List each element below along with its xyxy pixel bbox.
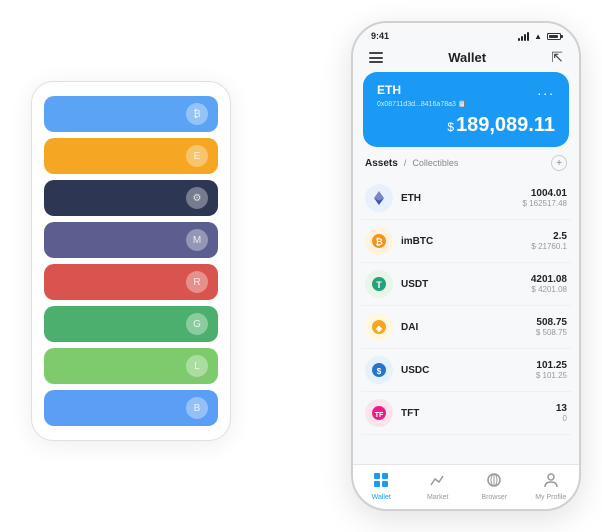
eth-card-more[interactable]: ...	[537, 82, 555, 98]
card-stack: ₿ E ⚙ MRGLB	[31, 81, 231, 441]
svg-text:$: $	[377, 367, 382, 376]
card-dot: L	[186, 355, 208, 377]
asset-amount: 101.25$ 101.25	[536, 360, 567, 380]
status-time: 9:41	[371, 31, 389, 41]
bottom-tab-my-profile[interactable]: My Profile	[523, 471, 580, 501]
balance-value: 189,089.11	[456, 114, 555, 136]
bottom-tab-icon	[372, 471, 390, 492]
asset-symbol: USDT	[401, 279, 531, 290]
asset-amount-main: 13	[556, 403, 567, 414]
card-item[interactable]: E	[44, 138, 218, 174]
asset-amount: 130	[556, 403, 567, 423]
asset-symbol: ETH	[401, 193, 523, 204]
asset-amount-usd: $ 508.75	[536, 328, 567, 337]
eth-card-balance: $189,089.11	[377, 114, 555, 137]
card-dot: ₿	[186, 103, 208, 125]
bottom-tab-icon	[429, 471, 447, 492]
asset-amount: 2.5$ 21760.1	[531, 231, 567, 251]
asset-amount-main: 4201.08	[531, 274, 567, 285]
card-item[interactable]: ₿	[44, 96, 218, 132]
bottom-tab-wallet[interactable]: Wallet	[353, 471, 410, 501]
card-dot: E	[186, 145, 208, 167]
card-item[interactable]: G	[44, 306, 218, 342]
card-item[interactable]: M	[44, 222, 218, 258]
bottom-tab-label: Browser	[481, 494, 507, 501]
card-item[interactable]: R	[44, 264, 218, 300]
asset-row[interactable]: T USDT4201.08$ 4201.08	[361, 263, 571, 306]
balance-symbol: $	[447, 120, 454, 134]
card-dot: M	[186, 229, 208, 251]
card-item[interactable]: B	[44, 390, 218, 426]
asset-icon: ₿	[365, 227, 393, 255]
main-scene: ₿ E ⚙ MRGLB 9:41 ▲	[21, 21, 581, 511]
card-dot: R	[186, 271, 208, 293]
asset-amount: 508.75$ 508.75	[536, 317, 567, 337]
asset-amount-main: 1004.01	[523, 188, 568, 199]
wifi-icon: ▲	[534, 32, 542, 41]
asset-amount: 1004.01$ 162517.48	[523, 188, 568, 208]
asset-symbol: TFT	[401, 408, 556, 419]
status-icons: ▲	[518, 32, 561, 41]
bottom-tab-label: My Profile	[535, 494, 566, 501]
asset-row[interactable]: ₿ imBTC2.5$ 21760.1	[361, 220, 571, 263]
asset-row[interactable]: ◈ DAI508.75$ 508.75	[361, 306, 571, 349]
asset-symbol: DAI	[401, 322, 536, 333]
asset-icon: T	[365, 270, 393, 298]
page-title: Wallet	[448, 50, 486, 65]
asset-row[interactable]: $ USDC101.25$ 101.25	[361, 349, 571, 392]
asset-amount-usd: $ 162517.48	[523, 199, 568, 208]
battery-icon	[547, 33, 561, 40]
eth-card-address: 0x08711d3d...8416a78a3 📋	[377, 100, 555, 108]
assets-divider: /	[404, 158, 407, 168]
assets-tab[interactable]: Assets	[365, 158, 398, 169]
asset-row[interactable]: TF TFT130	[361, 392, 571, 435]
asset-symbol: USDC	[401, 365, 536, 376]
bottom-tab-icon	[485, 471, 503, 492]
asset-row[interactable]: ETH1004.01$ 162517.48	[361, 177, 571, 220]
svg-text:T: T	[376, 280, 382, 290]
card-item[interactable]: L	[44, 348, 218, 384]
asset-amount-usd: $ 101.25	[536, 371, 567, 380]
asset-icon: $	[365, 356, 393, 384]
asset-amount-main: 101.25	[536, 360, 567, 371]
eth-card[interactable]: ETH ... 0x08711d3d...8416a78a3 📋 $189,08…	[363, 72, 569, 147]
bottom-tab-browser[interactable]: Browser	[466, 471, 523, 501]
card-dot: ⚙	[186, 187, 208, 209]
nav-bar: Wallet ⇱	[353, 45, 579, 72]
asset-amount-usd: $ 4201.08	[531, 285, 567, 294]
asset-icon: TF	[365, 399, 393, 427]
asset-icon	[365, 184, 393, 212]
bottom-bar: Wallet Market Browser My Profile	[353, 464, 579, 509]
asset-amount-usd: 0	[556, 414, 567, 423]
bottom-tab-icon	[542, 471, 560, 492]
eth-card-title: ETH	[377, 83, 401, 97]
asset-amount-main: 2.5	[531, 231, 567, 242]
signal-icon	[518, 32, 529, 41]
bottom-tab-label: Wallet	[372, 494, 391, 501]
asset-symbol: imBTC	[401, 236, 531, 247]
bottom-tab-label: Market	[427, 494, 448, 501]
asset-icon: ◈	[365, 313, 393, 341]
svg-text:◈: ◈	[375, 324, 383, 333]
expand-icon[interactable]: ⇱	[551, 49, 563, 66]
collectibles-tab[interactable]: Collectibles	[412, 158, 458, 168]
card-dot: B	[186, 397, 208, 419]
bottom-tab-market[interactable]: Market	[410, 471, 467, 501]
svg-text:₿: ₿	[375, 237, 382, 247]
phone-mockup: 9:41 ▲	[351, 21, 581, 511]
svg-text:TF: TF	[375, 412, 384, 419]
asset-amount: 4201.08$ 4201.08	[531, 274, 567, 294]
menu-icon[interactable]	[369, 52, 383, 63]
assets-header: Assets / Collectibles +	[353, 155, 579, 177]
asset-list: ETH1004.01$ 162517.48 ₿ imBTC2.5$ 21760.1 T…	[353, 177, 579, 464]
add-asset-button[interactable]: +	[551, 155, 567, 171]
status-bar: 9:41 ▲	[353, 23, 579, 45]
asset-amount-usd: $ 21760.1	[531, 242, 567, 251]
card-dot: G	[186, 313, 208, 335]
card-item[interactable]: ⚙	[44, 180, 218, 216]
asset-amount-main: 508.75	[536, 317, 567, 328]
